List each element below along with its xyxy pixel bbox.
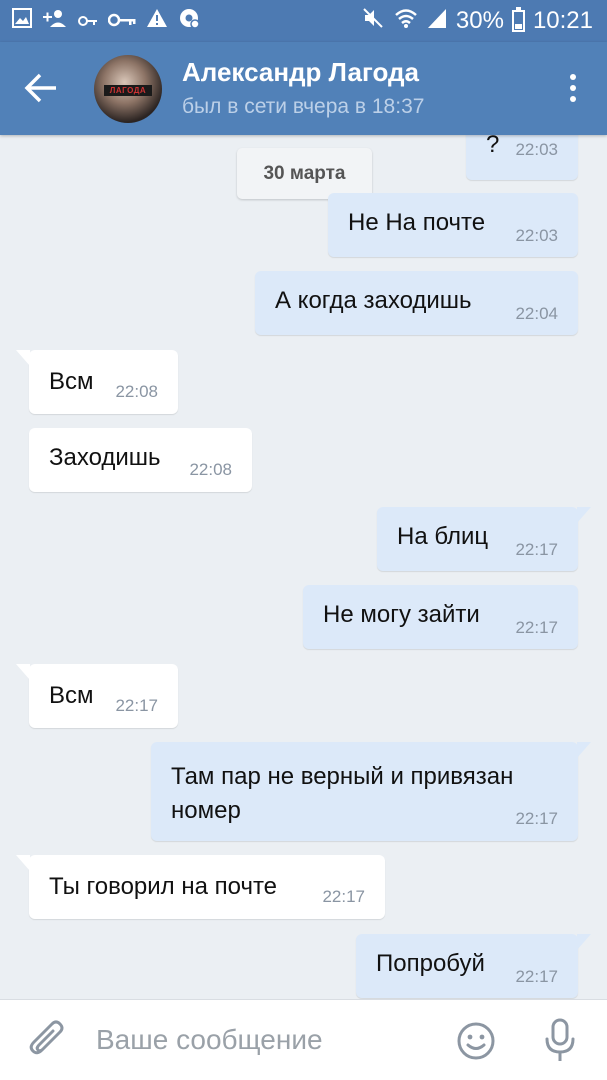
date-divider: 30 марта [237,148,372,199]
message-time: 22:17 [322,887,365,906]
message-composer [0,999,607,1080]
message-time: 22:08 [189,460,232,479]
message-incoming[interactable]: Всм 22:08 [16,350,178,414]
message-text: Всм [49,368,94,395]
avatar[interactable]: ЛАГОДА [94,55,162,123]
clock: 10:21 [532,7,593,34]
message-text: ? [486,135,500,158]
message-text: На блиц [397,523,489,550]
paperclip-icon [29,1020,64,1055]
warning-icon [146,8,168,34]
message-list[interactable]: ? 22:03 30 марта Не На почте 22:03 А ког… [0,135,607,999]
message-incoming[interactable]: Ты говорил на почте 22:17 [16,855,385,919]
mute-icon [362,7,386,35]
key-small-icon [78,8,98,34]
message-text: Заходишь [49,444,161,471]
status-bar-system: 30% 10:21 [362,6,593,36]
back-button[interactable] [22,70,62,106]
battery-percent: 30% [455,7,504,34]
message-text: Ты говорил на почте [49,873,278,900]
message-outgoing[interactable]: На блиц 22:17 [377,507,591,571]
back-arrow-icon [24,73,56,103]
emoji-button[interactable] [455,1020,497,1062]
message-outgoing[interactable]: Не На почте 22:03 [328,193,578,257]
key-icon [107,8,136,34]
message-time: 22:04 [515,304,558,323]
message-text: Не могу зайти [323,601,480,628]
message-input[interactable] [96,1018,426,1062]
more-options-button[interactable] [563,70,583,106]
gallery-icon [12,8,32,34]
message-time: 22:03 [515,140,558,159]
signal-icon [426,7,448,35]
message-time: 22:17 [515,809,558,828]
message-time: 22:17 [115,696,158,715]
message-outgoing[interactable]: Не могу зайти 22:17 [303,585,578,649]
message-text-line-2: номер [171,797,241,824]
contact-name[interactable]: Александр Лагода [182,57,419,88]
avatar-caption: ЛАГОДА [104,85,152,96]
message-outgoing[interactable]: ? 22:03 [466,135,578,180]
message-incoming[interactable]: Всм 22:17 [16,664,178,728]
message-outgoing[interactable]: Попробуй 22:17 [356,934,591,998]
message-incoming[interactable]: Заходишь 22:08 [29,428,252,492]
attach-button[interactable] [28,1020,68,1062]
status-bar-notifications [12,8,200,34]
message-time: 22:17 [515,618,558,637]
last-seen-status: был в сети вчера в 18:37 [182,95,425,118]
message-outgoing[interactable]: Там пар не верный и привязан номер 22:17 [151,742,591,841]
more-vertical-icon [570,74,576,80]
message-time: 22:17 [515,967,558,986]
message-outgoing[interactable]: А когда заходишь 22:04 [255,271,578,335]
settings-icon [178,7,200,35]
message-time: 22:17 [515,540,558,559]
add-user-icon [42,8,68,34]
wifi-icon [394,7,418,35]
message-text-line-1: Там пар не верный и привязан [171,763,514,790]
emoji-icon [457,1022,495,1060]
message-time: 22:03 [515,226,558,245]
battery-icon [511,7,525,32]
message-text: Не На почте [348,209,486,236]
message-text: Попробуй [376,950,485,977]
status-bar: 30% 10:21 [0,0,607,42]
message-time: 22:08 [115,382,158,401]
voice-message-button[interactable] [540,1017,580,1065]
chat-header: ЛАГОДА Александр Лагода был в сети вчера… [0,42,607,135]
microphone-icon [545,1018,575,1061]
message-text: А когда заходишь [275,287,472,314]
message-text: Всм [49,682,94,709]
